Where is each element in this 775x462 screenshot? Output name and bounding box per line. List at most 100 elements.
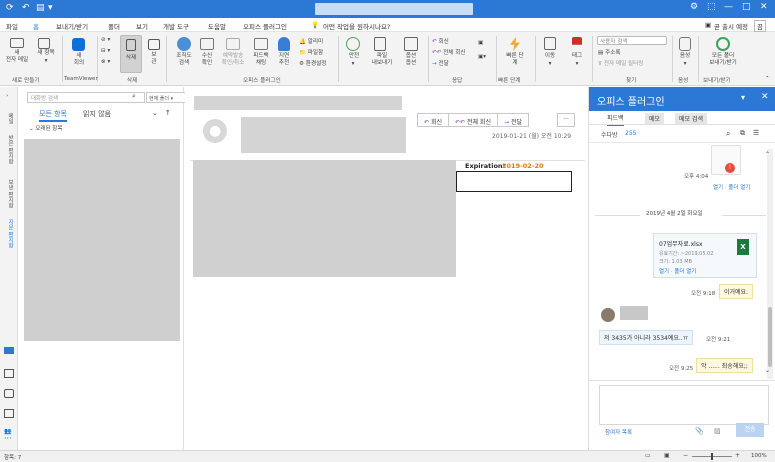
menu-office-plugin[interactable]: 오피스 플러그인 (243, 21, 287, 31)
undo-icon[interactable]: ↶ (22, 3, 30, 13)
menu-folder[interactable]: 폴더 (108, 21, 120, 31)
junk-icon[interactable]: ⊗ ▾ (101, 59, 110, 65)
expand-pane-icon[interactable]: › (6, 93, 8, 99)
tags-button[interactable]: 태그 (567, 53, 587, 60)
zoom-out-icon[interactable]: − (683, 452, 688, 459)
panel-menu-icon[interactable]: ▾ (741, 93, 745, 102)
list-group-header[interactable]: ⌄ 오래된 항목 (29, 124, 62, 132)
search-scope-select[interactable]: 현재 폴더 ▾ (146, 92, 188, 103)
receive-confirm-button[interactable]: 수신 확인 (196, 53, 218, 67)
sender-avatar[interactable] (601, 308, 615, 322)
scheduled-send-button[interactable]: 예약발송 확인/취소 (217, 53, 249, 67)
org-search-button[interactable]: 조직도 검색 (170, 53, 198, 67)
collapse-ribbon-icon[interactable]: ⌃ (765, 76, 770, 82)
zoom-slider-thumb[interactable] (711, 453, 713, 460)
reply-button[interactable]: ↶ 회신 (432, 37, 449, 45)
archive-button[interactable]: 보 관 (146, 52, 162, 66)
list-icon[interactable]: ☰ (753, 129, 759, 137)
safe-button[interactable]: 안전 (344, 53, 364, 60)
move-button[interactable]: 이동 (540, 53, 560, 60)
menu-help[interactable]: 도움말 (208, 21, 226, 31)
chevron-down-icon[interactable]: ▾ (545, 61, 555, 68)
option-button[interactable]: 옵션 옵션 (399, 53, 423, 67)
normal-view-icon[interactable]: ▭ (645, 452, 651, 459)
reply-all-button[interactable]: ↶↶ 전체 회신 (432, 48, 466, 56)
cleanup-icon[interactable]: ⊟ ▾ (101, 48, 110, 54)
message-list-items-redacted[interactable] (24, 139, 180, 341)
nav-label-deleted[interactable]: 지운 편지함 (4, 219, 14, 259)
feedback-chat-button[interactable]: 피드백 채팅 (249, 53, 273, 67)
minimize-button[interactable]: — (724, 2, 733, 12)
people-icon[interactable] (4, 389, 14, 398)
scroll-up-icon[interactable]: ⌃ (765, 151, 770, 158)
recommend-button[interactable]: 지연 추천 (273, 53, 295, 67)
popout-icon[interactable]: ⧉ (740, 129, 745, 138)
meeting-reply-icon[interactable]: ▣ (478, 40, 483, 46)
maximize-button[interactable]: □ (742, 2, 751, 12)
more-apps-icon[interactable]: ··· (4, 434, 12, 443)
chevron-down-icon[interactable]: ▾ (680, 61, 690, 68)
reading-view-icon[interactable]: ▣ (664, 452, 670, 459)
attach-icon[interactable]: 📎 (695, 427, 704, 435)
tab-all-items[interactable]: 모든 항목 (39, 109, 67, 122)
zoom-in-icon[interactable]: + (735, 452, 740, 459)
chat-message-input[interactable] (599, 385, 769, 425)
new-meeting-button[interactable]: 새 회의 (64, 53, 94, 67)
account-icon[interactable]: ⚙ (690, 2, 698, 12)
mail-icon[interactable] (4, 347, 14, 354)
reading-forward-button[interactable]: → 전달 (498, 114, 528, 126)
reading-reply-all-button[interactable]: ↶↶ 전체 회신 (449, 114, 498, 126)
delete-button[interactable]: 삭제 (121, 55, 141, 62)
refresh-icon[interactable]: ⟳ (6, 3, 14, 13)
chevron-down-icon[interactable]: ▾ (572, 61, 582, 68)
sort-dropdown-icon[interactable]: ⌄ (152, 109, 158, 117)
customize-qat-icon[interactable]: ▾ (48, 3, 53, 13)
more-actions-button[interactable]: ··· (557, 113, 575, 127)
tell-me-box[interactable]: 어떤 작업을 원하시나요? (323, 21, 390, 31)
new-email-button[interactable]: 새 전자 메일 (2, 50, 32, 64)
nav-label-sent[interactable]: 보낸 편지함 (4, 179, 14, 219)
calendar-icon[interactable] (4, 369, 14, 378)
quick-steps-button[interactable]: 빠른 단 계 (500, 53, 530, 67)
reading-reply-button[interactable]: ↶ 회신 (418, 114, 449, 126)
scrollbar-thumb[interactable] (768, 307, 772, 367)
ignore-icon[interactable]: ⊘ ▾ (101, 37, 110, 43)
image-icon[interactable]: ▨ (714, 427, 721, 435)
restore-ribbon-icon[interactable]: ⬚ (707, 2, 716, 12)
env-setting-button[interactable]: ⚙ 환경설정 (299, 59, 326, 67)
send-receive-all-button[interactable]: 모든 폴더 보내기/받기 (701, 53, 745, 67)
panel-tab-memo-search[interactable]: 메모 검색 (675, 113, 707, 124)
open-folder-link-1[interactable]: 열기 · 폴더 열기 (713, 183, 750, 191)
close-button[interactable]: ✕ (760, 2, 768, 12)
scroll-down-icon[interactable]: ⌄ (765, 367, 770, 374)
chevron-down-icon[interactable]: ▾ (348, 61, 358, 68)
menu-home[interactable]: 홈 (31, 21, 41, 34)
new-items-button[interactable]: 새 항목 (33, 50, 59, 57)
quick-access-icon[interactable]: ▤ (36, 3, 45, 13)
address-book-button[interactable]: ▤ 주소록 (598, 48, 621, 56)
voice-button[interactable]: 음성 (675, 53, 695, 60)
nav-label-inbox[interactable]: 받은 편지함 (4, 135, 14, 175)
nav-label-mail[interactable]: 메일 (4, 113, 14, 124)
more-respond-icon[interactable]: ▣▾ (478, 54, 486, 60)
forward-button[interactable]: → 전달 (432, 59, 449, 67)
panel-tab-memo[interactable]: 메모 (645, 113, 665, 124)
filter-email-button[interactable]: ⊽ 전자 메일 필터링 (598, 59, 643, 67)
sort-direction-icon[interactable]: ↑ (165, 109, 171, 117)
file-share-button[interactable]: 📁 파일함 (299, 48, 323, 56)
chevron-down-icon[interactable]: ▾ (42, 58, 50, 65)
search-icon[interactable]: ⌕ (726, 129, 730, 139)
menu-send-receive[interactable]: 보내기/받기 (56, 21, 88, 31)
tab-unread[interactable]: 읽지 않음 (83, 109, 111, 119)
panel-close-icon[interactable]: ✕ (761, 92, 769, 102)
tasks-icon[interactable] (4, 409, 14, 418)
file-export-button[interactable]: 파일 내보내기 (366, 53, 398, 67)
menu-file[interactable]: 파일 (6, 21, 18, 31)
participants-link[interactable]: 참여자 목록 (605, 428, 632, 436)
coming-soon-toggle[interactable]: 끔 (754, 20, 766, 32)
search-icon[interactable]: ⌕ (132, 92, 136, 101)
send-button[interactable]: 전송 (736, 423, 764, 437)
menu-dev-tools[interactable]: 개발 도구 (163, 21, 189, 31)
menu-view[interactable]: 보기 (136, 21, 148, 31)
open-folder-link-2[interactable]: 열기 · 폴더 열기 (659, 267, 696, 275)
